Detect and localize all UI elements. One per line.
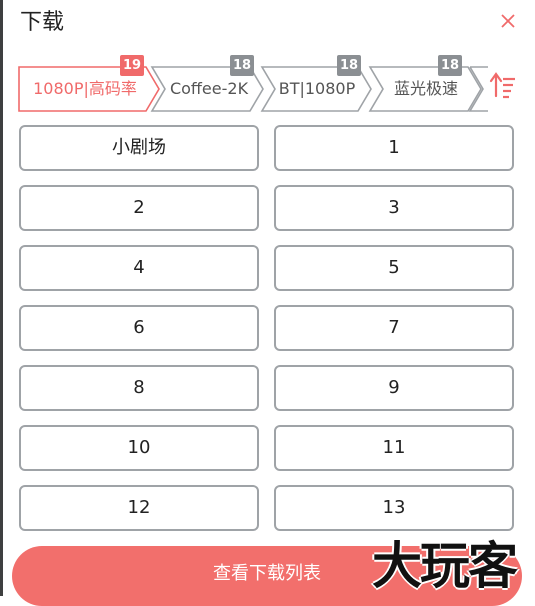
page-title: 下载 — [20, 10, 65, 35]
close-button[interactable] — [498, 11, 518, 31]
sort-button[interactable] — [488, 70, 518, 100]
episode-button[interactable]: 5 — [274, 245, 514, 291]
episode-button[interactable]: 13 — [274, 485, 514, 531]
episode-button[interactable]: 7 — [274, 305, 514, 351]
episode-button[interactable]: 8 — [19, 365, 259, 411]
episode-button[interactable]: 3 — [274, 185, 514, 231]
close-icon — [501, 14, 515, 28]
episode-button[interactable]: 9 — [274, 365, 514, 411]
tab-badge: 19 — [120, 55, 144, 76]
source-tabs: 1080P|高码率 Coffee-2K BT|1080P 蓝光极速 19 18 … — [18, 55, 488, 115]
episode-button[interactable]: 1 — [274, 125, 514, 171]
episode-button[interactable]: 6 — [19, 305, 259, 351]
episode-button[interactable]: 12 — [19, 485, 259, 531]
tab-badge: 18 — [230, 55, 254, 76]
episode-button[interactable]: 小剧场 — [19, 125, 259, 171]
sort-descending-icon — [489, 72, 515, 99]
tab-badge: 18 — [337, 55, 361, 76]
tab-outline — [468, 66, 488, 112]
watermark-logo: 大玩客 — [372, 537, 518, 595]
episode-button[interactable]: 11 — [274, 425, 514, 471]
episode-button[interactable]: 4 — [19, 245, 259, 291]
episode-button[interactable]: 10 — [19, 425, 259, 471]
episode-button[interactable]: 2 — [19, 185, 259, 231]
tab-source-4[interactable]: 蓝光极速 — [368, 66, 482, 112]
tab-overflow — [468, 66, 488, 112]
window-edge — [0, 0, 3, 596]
tab-badge: 18 — [438, 55, 462, 76]
